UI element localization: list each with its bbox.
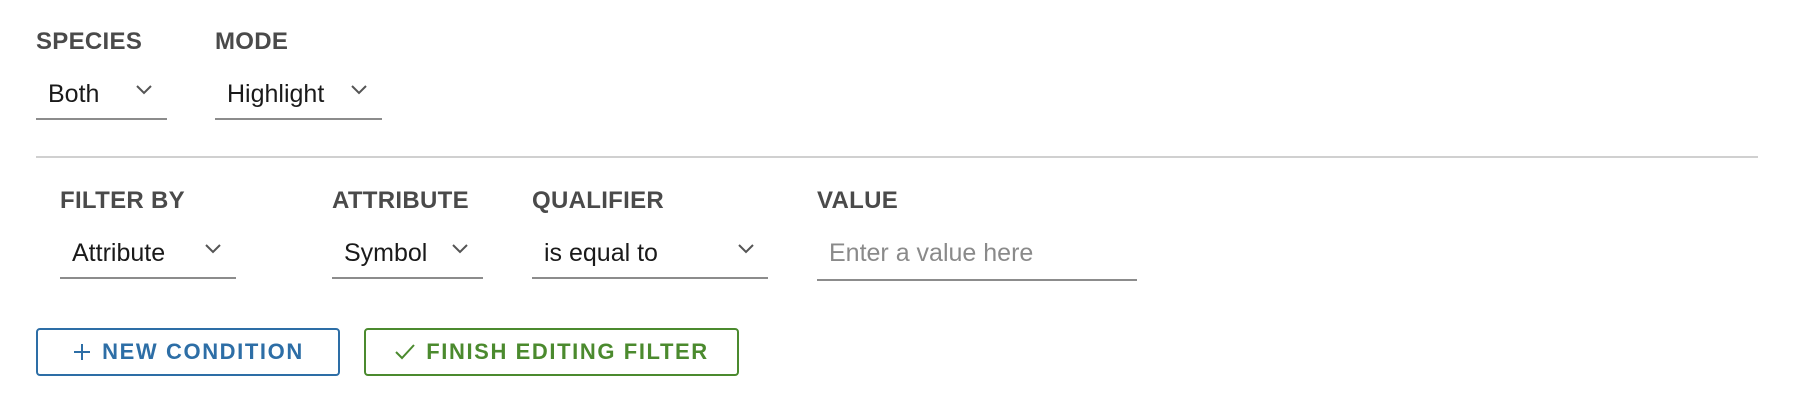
species-label: SPECIES [36, 28, 143, 55]
section-divider [36, 156, 1758, 158]
species-select-value: Both [48, 80, 100, 108]
species-select[interactable]: Both [36, 68, 167, 120]
new-condition-button-label: NEW CONDITION [102, 339, 304, 364]
finish-editing-filter-button-label: FINISH EDITING FILTER [426, 339, 709, 364]
attribute-select[interactable]: Symbol [332, 227, 483, 279]
mode-select-value: Highlight [227, 80, 325, 108]
filter-by-label: FILTER BY [60, 187, 185, 214]
filter-by-select[interactable]: Attribute [60, 227, 236, 279]
chevron-down-icon [349, 80, 369, 100]
chevron-down-icon [203, 239, 223, 259]
filter-by-select-value: Attribute [72, 239, 166, 267]
qualifier-select[interactable]: is equal to [532, 227, 768, 279]
new-condition-button[interactable]: NEW CONDITION [36, 328, 340, 376]
value-input[interactable] [817, 227, 1137, 281]
attribute-label: ATTRIBUTE [332, 187, 469, 214]
value-label: VALUE [817, 187, 899, 214]
checkmark-icon [394, 342, 416, 362]
chevron-down-icon [736, 239, 756, 259]
qualifier-label: QUALIFIER [532, 187, 665, 214]
mode-select[interactable]: Highlight [215, 68, 382, 120]
chevron-down-icon [450, 239, 470, 259]
attribute-select-value: Symbol [344, 239, 428, 267]
qualifier-select-value: is equal to [544, 239, 658, 267]
mode-label: MODE [215, 28, 289, 55]
finish-editing-filter-button[interactable]: FINISH EDITING FILTER [364, 328, 739, 376]
plus-icon [72, 342, 92, 362]
chevron-down-icon [134, 80, 154, 100]
